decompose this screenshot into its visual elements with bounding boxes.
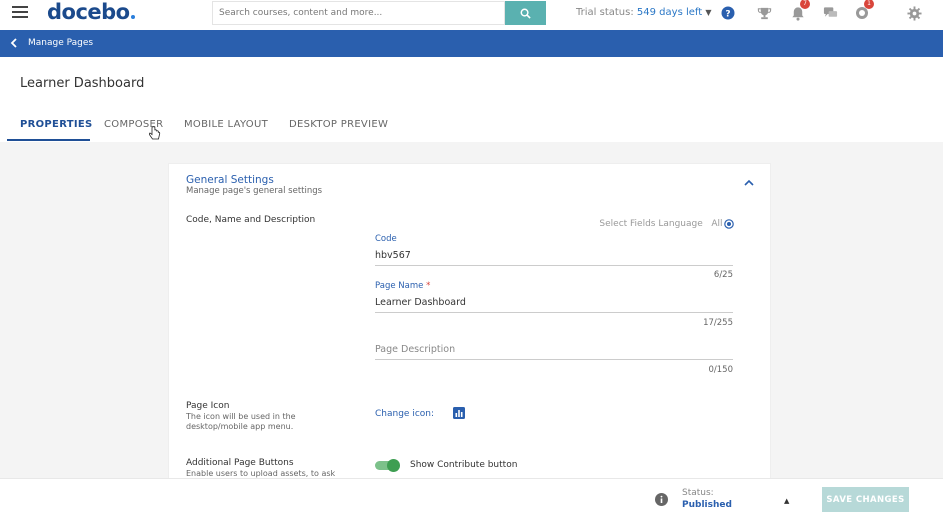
menu-icon[interactable]	[12, 6, 28, 20]
breadcrumb-manage-pages[interactable]: Manage Pages	[28, 38, 93, 48]
trial-label: Trial status:	[576, 7, 634, 18]
save-changes-button[interactable]: SAVE CHANGES	[822, 487, 909, 512]
page-description-field[interactable]: Page Description	[375, 344, 733, 360]
language-value: All	[711, 219, 723, 229]
search-input[interactable]	[212, 1, 505, 25]
status-label: Status:	[682, 488, 714, 498]
additional-buttons-label: Additional Page Buttons	[186, 458, 294, 468]
trial-status[interactable]: Trial status: 549 days left ▼	[576, 7, 712, 18]
contribute-toggle-label: Show Contribute button	[410, 460, 518, 470]
section-subtitle: Manage page's general settings	[186, 186, 323, 196]
tab-desktop-preview[interactable]: DESKTOP PREVIEW	[289, 119, 388, 130]
hand-cursor-icon	[149, 126, 161, 140]
code-field[interactable]: hbv567	[375, 250, 733, 266]
notifications-badge: 7	[800, 0, 810, 9]
page-name-label: Page Name *	[375, 281, 431, 291]
page-icon-desc: The icon will be used in the desktop/mob…	[186, 412, 296, 431]
gift-icon[interactable]: 1	[853, 0, 874, 22]
contribute-toggle[interactable]	[375, 459, 400, 472]
docebo-logo[interactable]: docebo	[47, 0, 135, 24]
code-label: Code	[375, 234, 397, 244]
search-button[interactable]	[505, 1, 546, 25]
chevron-left-icon[interactable]	[10, 38, 18, 48]
language-label: Select Fields Language	[599, 219, 703, 229]
globe-icon[interactable]	[724, 219, 734, 229]
language-selector[interactable]: Select Fields Language All	[599, 219, 734, 229]
change-icon-label: Change icon:	[375, 409, 435, 419]
chat-icon[interactable]	[821, 4, 839, 22]
bar-chart-icon[interactable]	[453, 407, 465, 419]
trial-days: 549 days left	[636, 7, 703, 18]
caret-down-icon: ▼	[705, 8, 712, 17]
page-name-field[interactable]: Learner Dashboard	[375, 297, 733, 313]
section-title: General Settings	[186, 174, 274, 186]
group-code-name-label: Code, Name and Description	[186, 215, 316, 225]
general-settings-card: General Settings Manage page's general s…	[168, 163, 771, 483]
search-icon	[520, 8, 531, 19]
notifications-icon[interactable]: 7	[789, 0, 810, 22]
breadcrumb: Manage Pages	[0, 30, 943, 57]
code-counter: 6/25	[713, 270, 733, 280]
page-header: Learner Dashboard PROPERTIES COMPOSER MO…	[0, 57, 943, 142]
trophy-icon[interactable]	[755, 4, 773, 22]
page-description-counter: 0/150	[708, 365, 734, 375]
status-value[interactable]: Published	[682, 500, 732, 510]
svg-text:?: ?	[725, 10, 730, 20]
caret-up-icon[interactable]: ▲	[784, 497, 789, 505]
settings-gear-icon[interactable]	[905, 4, 923, 22]
page-name-counter: 17/255	[703, 318, 733, 328]
top-bar: docebo Trial status: 549 days left ▼ ? 7…	[0, 0, 947, 30]
help-icon[interactable]: ?	[719, 4, 737, 22]
chevron-up-icon[interactable]	[744, 179, 754, 186]
footer-bar: Status: Published ▲ SAVE CHANGES	[0, 478, 943, 516]
gift-badge: 1	[864, 0, 874, 9]
scrollbar[interactable]	[943, 30, 947, 516]
info-icon[interactable]	[655, 493, 668, 506]
page-icon-label: Page Icon	[186, 401, 230, 411]
tab-mobile-layout[interactable]: MOBILE LAYOUT	[184, 119, 268, 130]
tab-properties[interactable]: PROPERTIES	[20, 119, 93, 130]
page-title: Learner Dashboard	[20, 76, 145, 91]
active-tab-indicator	[7, 139, 90, 141]
